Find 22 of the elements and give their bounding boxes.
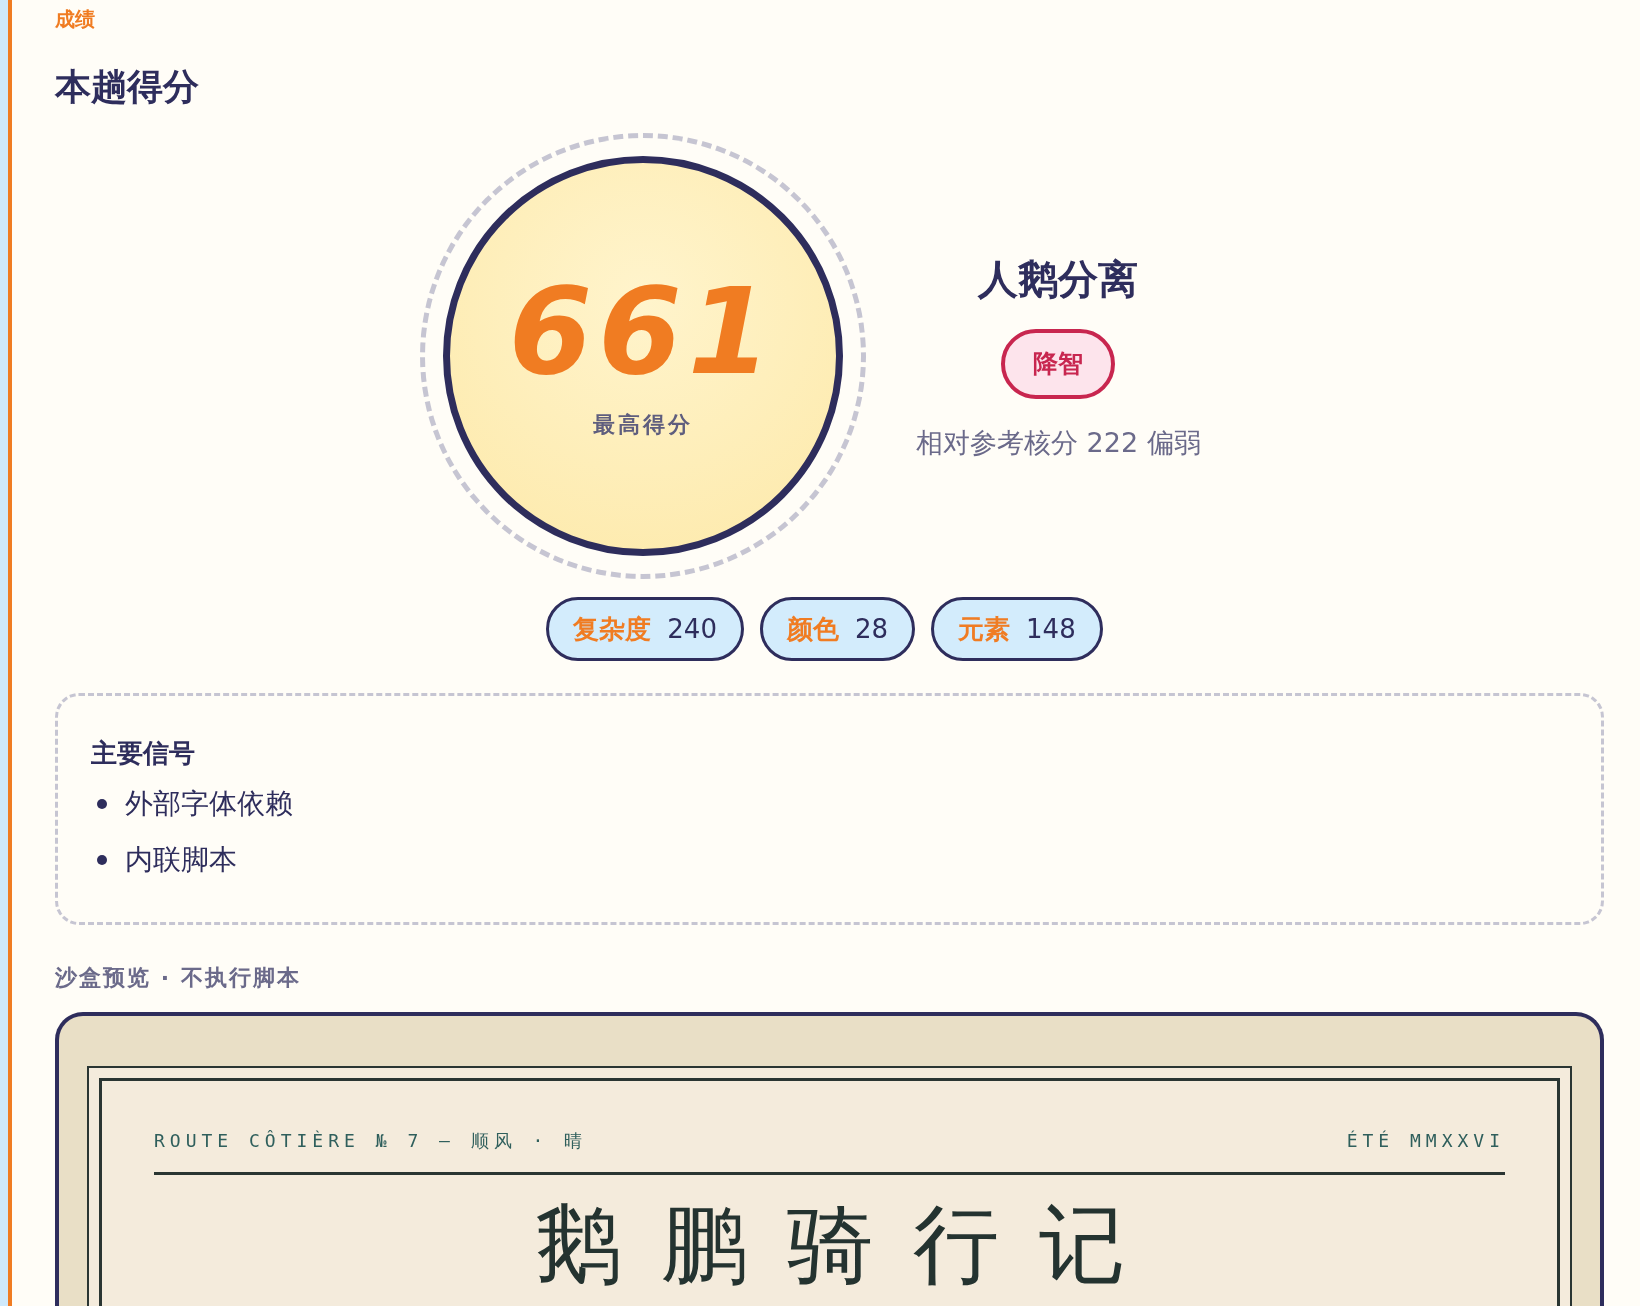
verdict-note: 相对参考核分 222 偏弱 — [916, 425, 1201, 460]
metric-label: 颜色 — [786, 612, 839, 646]
score-caption: 最高得分 — [593, 410, 693, 439]
poster-header-right: ÉTÉ MMXXVI — [1346, 1129, 1505, 1153]
section-label: 成绩 — [55, 6, 95, 33]
metric-value: 240 — [667, 612, 717, 646]
poster-header-left: ROUTE CÔTIÈRE № 7 — 顺风 · 晴 — [154, 1129, 588, 1153]
bullet-icon — [97, 799, 107, 809]
score-value: 661 — [508, 271, 778, 392]
verdict-badge: 降智 — [1001, 329, 1116, 399]
metric-label: 元素 — [958, 612, 1011, 646]
metric-value: 28 — [854, 612, 889, 646]
signal-item: 外部字体依赖 — [125, 786, 293, 822]
page-title: 本趟得分 — [55, 65, 199, 109]
metric-label: 复杂度 — [573, 612, 652, 646]
metric-value: 148 — [1026, 612, 1076, 646]
signals-title: 主要信号 — [91, 737, 196, 770]
preview-label: 沙盒预览 · 不执行脚本 — [55, 964, 301, 992]
bullet-icon — [97, 855, 107, 865]
verdict-title: 人鹅分离 — [978, 255, 1139, 304]
signal-item: 内联脚本 — [125, 842, 237, 878]
poster-title: 鹅鹏骑行记 — [534, 1201, 1165, 1287]
